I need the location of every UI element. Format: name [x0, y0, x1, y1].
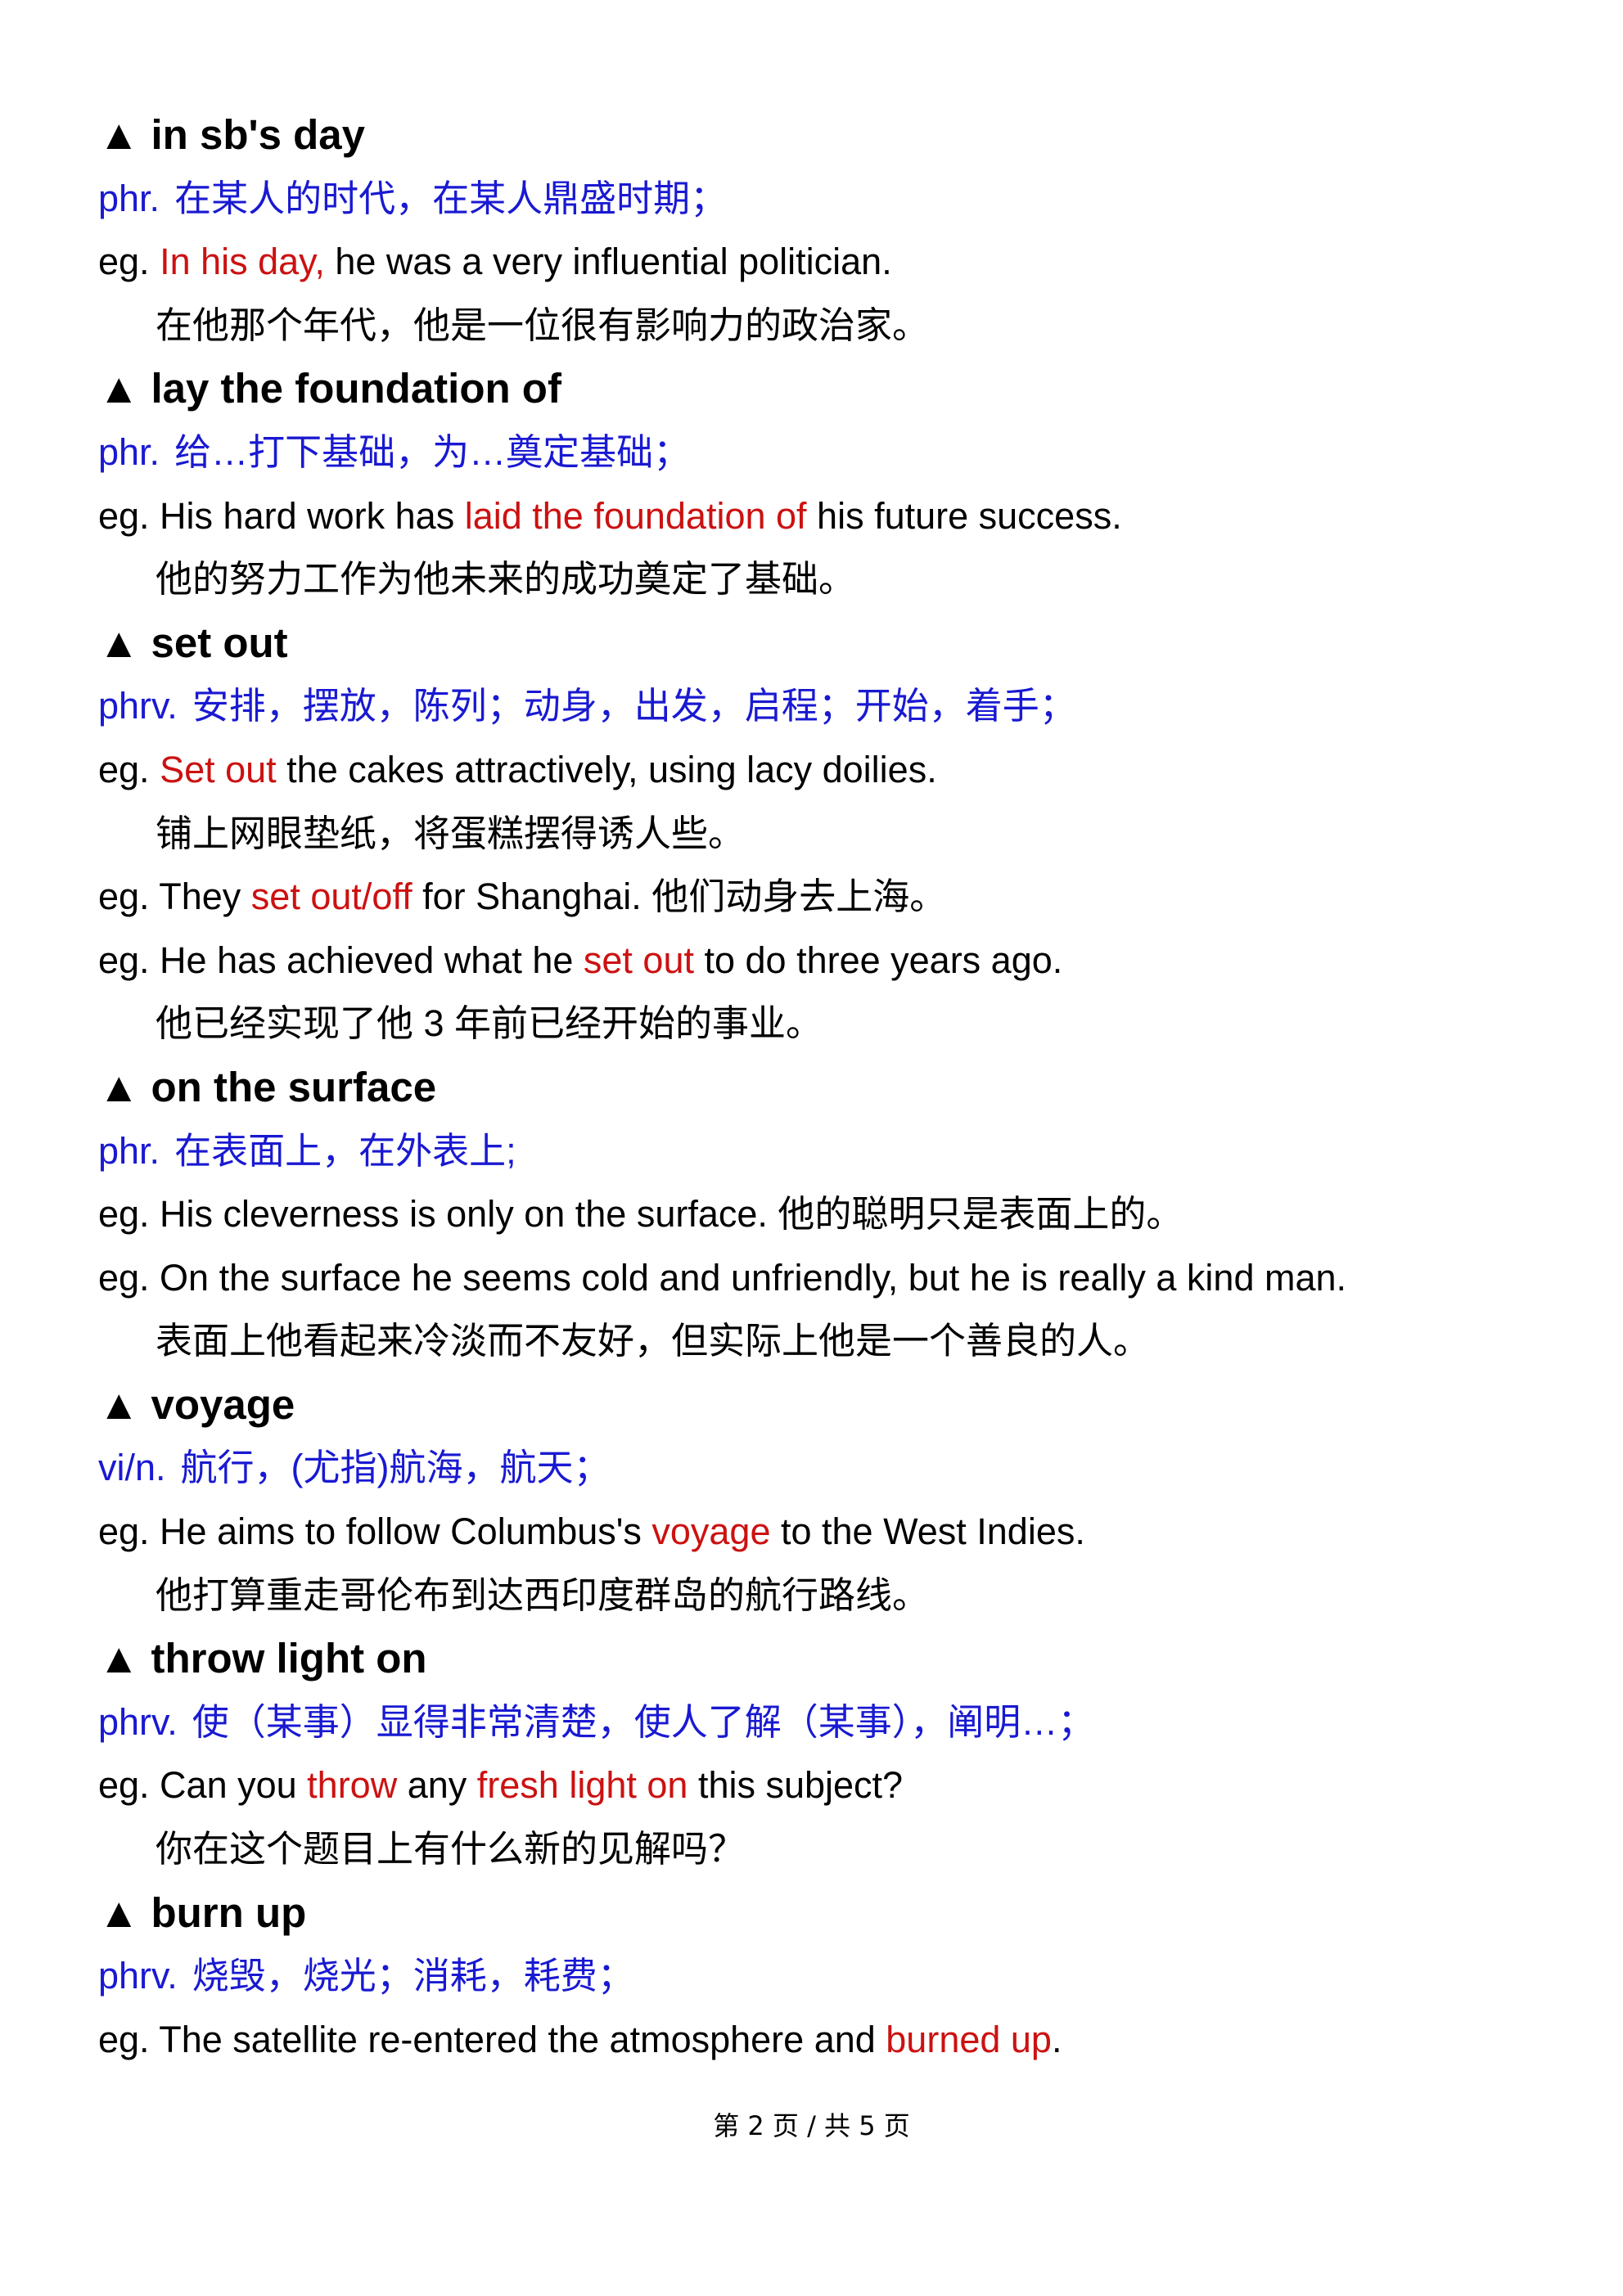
- part-of-speech: phr.: [98, 430, 160, 473]
- definition-text: 在表面上，在外表上;: [174, 1129, 516, 1172]
- definition-text: 航行，(尤指)航海，航天；: [180, 1447, 611, 1489]
- triangle-bullet-icon: ▲: [98, 619, 140, 666]
- term-text: on the surface: [151, 1063, 437, 1110]
- example-sentence: eg. Can you throw any fresh light on thi…: [98, 1754, 1539, 1817]
- example-translation: 在他那个年代，他是一位很有影响力的政治家。: [98, 294, 1539, 358]
- example-sentence: eg. His hard work has laid the foundatio…: [98, 484, 1539, 548]
- term-text: lay the foundation of: [151, 365, 561, 412]
- example-translation: 铺上网眼垫纸，将蛋糕摆得诱人些。: [98, 802, 1539, 866]
- part-of-speech: phr.: [98, 1129, 160, 1172]
- example-text: 你在这个题目上有什么新的见解吗？: [156, 1828, 746, 1871]
- example-sentence: eg. He aims to follow Columbus's voyage …: [98, 1500, 1539, 1564]
- document-page: ▲ in sb's day phr. 在某人的时代，在某人鼎盛时期； eg. In hi…: [0, 0, 1623, 2296]
- highlighted-phrase: fresh light on: [476, 1764, 688, 1807]
- vocab-term: ▲ burn up: [98, 1881, 1539, 1945]
- example-text: eg. On the surface he seems cold and unf…: [98, 1256, 1347, 1299]
- definition: phr. 在某人的时代，在某人鼎盛时期；: [98, 167, 1539, 231]
- example-text: eg.: [98, 748, 160, 790]
- example-text: this subject?: [688, 1764, 904, 1807]
- example-text: eg. Can you: [98, 1764, 308, 1807]
- example-text: 他打算重走哥伦布到达西印度群岛的航行路线。: [156, 1573, 930, 1616]
- highlighted-phrase: set out: [583, 939, 694, 981]
- vocabulary-list: ▲ in sb's day phr. 在某人的时代，在某人鼎盛时期； eg. In hi…: [98, 103, 1539, 2071]
- example-sentence: eg. His cleverness is only on the surfac…: [98, 1182, 1539, 1246]
- example-sentence: eg. They set out/off for Shanghai. 他们动身去…: [98, 865, 1539, 929]
- highlighted-phrase: throw: [307, 1764, 398, 1807]
- definition-text: 烧毁，烧光；消耗，耗费；: [192, 1955, 634, 1997]
- definition-text: 在某人的时代，在某人鼎盛时期；: [174, 177, 728, 219]
- definition: phrv. 安排，摆放，陈列；动身，出发，启程；开始，着手；: [98, 674, 1539, 738]
- example-text: eg. His hard work has: [98, 494, 465, 537]
- example-translation: 他已经实现了他 3 年前已经开始的事业。: [98, 992, 1539, 1056]
- part-of-speech: vi/n.: [98, 1447, 166, 1489]
- example-text: 他已经实现了他 3 年前已经开始的事业。: [156, 1002, 823, 1045]
- example-text: the cakes attractively, using lacy doili…: [276, 748, 937, 790]
- term-text: in sb's day: [151, 111, 366, 158]
- vocab-term: ▲ lay the foundation of: [98, 357, 1539, 421]
- page-number: 第 2 页 / 共 5 页: [713, 2110, 910, 2141]
- example-text: he was a very influential politician.: [324, 241, 892, 283]
- triangle-bullet-icon: ▲: [98, 1380, 140, 1428]
- vocab-term: ▲ voyage: [98, 1373, 1539, 1437]
- term-text: burn up: [151, 1889, 307, 1936]
- triangle-bullet-icon: ▲: [98, 111, 140, 158]
- example-sentence: eg. On the surface he seems cold and unf…: [98, 1246, 1539, 1310]
- triangle-bullet-icon: ▲: [98, 365, 140, 412]
- example-text: 他的努力工作为他未来的成功奠定了基础。: [156, 558, 856, 601]
- vocab-term: ▲ set out: [98, 611, 1539, 675]
- example-sentence: eg. Set out the cakes attractively, usin…: [98, 738, 1539, 802]
- vocab-term: ▲ on the surface: [98, 1056, 1539, 1119]
- example-sentence: eg. He has achieved what he set out to d…: [98, 929, 1539, 993]
- definition: phr. 在表面上，在外表上;: [98, 1119, 1539, 1183]
- example-text: any: [397, 1764, 477, 1807]
- highlighted-phrase: In his day,: [160, 241, 325, 283]
- example-text: .: [1051, 2018, 1062, 2060]
- definition-text: 使（某事）显得非常清楚，使人了解（某事），阐明…；: [192, 1700, 1095, 1743]
- example-sentence: eg. The satellite re-entered the atmosph…: [98, 2008, 1539, 2072]
- part-of-speech: phr.: [98, 177, 160, 219]
- definition: phr. 给…打下基础，为…奠定基础；: [98, 421, 1539, 484]
- term-text: set out: [151, 619, 288, 666]
- example-text: eg.: [98, 241, 160, 283]
- term-text: throw light on: [151, 1635, 427, 1682]
- example-text: for Shanghai. 他们动身去上海。: [412, 876, 947, 918]
- highlighted-phrase: voyage: [651, 1510, 771, 1553]
- highlighted-phrase: Set out: [160, 748, 277, 790]
- example-text: 铺上网眼垫纸，将蛋糕摆得诱人些。: [156, 812, 746, 854]
- example-sentence: eg. In his day, he was a very influentia…: [98, 230, 1539, 294]
- vocab-term: ▲ throw light on: [98, 1627, 1539, 1690]
- term-text: voyage: [151, 1380, 295, 1428]
- part-of-speech: phrv.: [98, 1955, 178, 1997]
- example-translation: 表面上他看起来冷淡而不友好，但实际上他是一个善良的人。: [98, 1309, 1539, 1373]
- triangle-bullet-icon: ▲: [98, 1635, 140, 1682]
- example-text: eg. They: [98, 876, 251, 918]
- part-of-speech: phrv.: [98, 685, 178, 727]
- example-text: to do three years ago.: [693, 939, 1063, 981]
- example-translation: 你在这个题目上有什么新的见解吗？: [98, 1817, 1539, 1881]
- triangle-bullet-icon: ▲: [98, 1889, 140, 1936]
- definition: phrv. 使（某事）显得非常清楚，使人了解（某事），阐明…；: [98, 1690, 1539, 1754]
- example-text: eg. He aims to follow Columbus's: [98, 1510, 652, 1553]
- example-text: eg. His cleverness is only on the surfac…: [98, 1193, 1183, 1236]
- definition-text: 给…打下基础，为…奠定基础；: [174, 430, 691, 473]
- example-text: 表面上他看起来冷淡而不友好，但实际上他是一个善良的人。: [156, 1320, 1151, 1362]
- example-text: eg. He has achieved what he: [98, 939, 584, 981]
- example-text: to the West Indies.: [770, 1510, 1085, 1553]
- part-of-speech: phrv.: [98, 1700, 178, 1743]
- highlighted-phrase: burned up: [886, 2018, 1052, 2060]
- vocab-term: ▲ in sb's day: [98, 103, 1539, 167]
- example-text: 在他那个年代，他是一位很有影响力的政治家。: [156, 304, 930, 346]
- example-text: his future success.: [806, 494, 1122, 537]
- example-translation: 他的努力工作为他未来的成功奠定了基础。: [98, 547, 1539, 611]
- definition-text: 安排，摆放，陈列；动身，出发，启程；开始，着手；: [192, 685, 1076, 727]
- highlighted-phrase: set out/off: [250, 876, 413, 918]
- triangle-bullet-icon: ▲: [98, 1063, 140, 1110]
- definition: phrv. 烧毁，烧光；消耗，耗费；: [98, 1944, 1539, 2008]
- highlighted-phrase: laid the foundation of: [464, 494, 807, 537]
- example-translation: 他打算重走哥伦布到达西印度群岛的航行路线。: [98, 1564, 1539, 1627]
- example-text: eg. The satellite re-entered the atmosph…: [98, 2018, 886, 2060]
- definition: vi/n. 航行，(尤指)航海，航天；: [98, 1436, 1539, 1500]
